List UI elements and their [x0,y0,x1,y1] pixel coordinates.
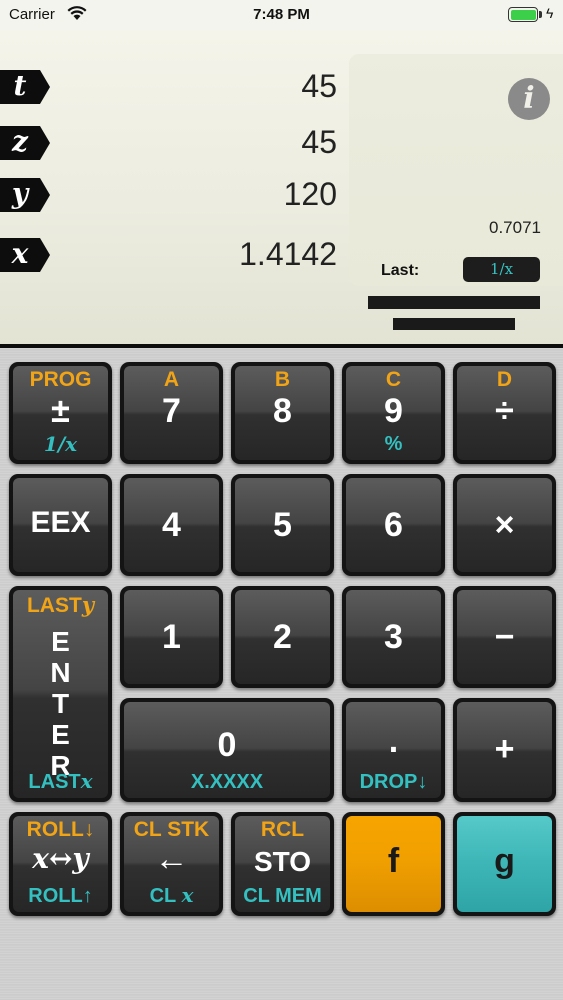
five-key[interactable]: 5 [231,474,334,576]
key-shift-label: D [496,368,513,391]
six-key[interactable]: 6 [342,474,445,576]
g-shift-key[interactable]: g [453,812,556,916]
display-bar [393,318,515,330]
nine-key[interactable]: C 9 % [342,362,445,464]
status-bar: Carrier 7:48 PM ϟ [0,0,563,30]
register-x: x 1.4142 [0,232,345,276]
two-key[interactable]: 2 [231,586,334,688]
key-shift-label: LASTy [26,592,95,617]
calculator-display: t 45 z 45 y 120 x 1.4142 i 0.7071 Last: … [0,30,563,346]
bolt-icon: ϟ [546,5,554,21]
key-label: ← [154,840,189,878]
aux-value: 0.7071 [489,218,541,237]
backspace-key[interactable]: CL STK ← CL x [120,812,223,916]
key-label: − [494,618,515,656]
seven-key[interactable]: A 7 [120,362,223,464]
key-label: ± [51,392,70,430]
key-label: 5 [273,506,292,544]
decimal-key[interactable]: . DROP↓ [342,698,445,802]
key-label: 2 [273,618,292,656]
key-label: 4 [162,506,181,544]
register-tag: z [0,126,50,160]
key-shift-label: X.XXXX [190,771,264,793]
info-icon[interactable]: i [508,78,550,120]
key-shift-label: 1/x [43,432,78,456]
add-key[interactable]: + [453,698,556,802]
register-tag: x [0,238,50,272]
subtract-key[interactable]: − [453,586,556,688]
key-label: 1 [162,618,181,656]
key-label: STO [253,846,312,877]
keypad: PROG ± 1/x A 7 B 8 C 9 % D ÷ EEX 4 5 6 ×… [0,348,563,1000]
key-label: 0 [217,726,237,764]
key-shift-label: CL MEM [243,885,322,907]
key-label: 8 [273,392,292,430]
key-shift-label: CL STK [133,818,210,841]
key-label: + [494,730,515,768]
display-bar [368,296,540,309]
key-shift-label: C [385,368,402,391]
key-label: ÷ [495,392,514,430]
key-label: 9 [384,392,403,430]
aux-panel: i 0.7071 Last: 1/x [349,54,563,286]
enter-key[interactable]: LASTy E N T E R LASTx [9,586,112,802]
divide-key[interactable]: D ÷ [453,362,556,464]
battery-tip [539,11,542,18]
register-tag: y [0,178,50,212]
key-label: EEX [30,506,91,539]
key-shift-label: PROG [29,368,92,391]
key-shift-label: CL x [149,883,194,907]
key-label: × [494,506,515,544]
register-tag: t [0,70,50,104]
register-value: 45 [301,124,337,160]
key-shift-label: B [274,368,291,391]
three-key[interactable]: 3 [342,586,445,688]
last-label: Last: [381,262,420,279]
battery-icon [508,7,538,22]
key-shift-label: DROP↓ [359,771,428,793]
enter-label: E N T E R [50,626,71,781]
register-z: z 45 [0,120,345,164]
swap-xy-key[interactable]: ROLL↓ x↔y ROLL↑ [9,812,112,916]
register-y: y 120 [0,172,345,216]
register-value: 45 [301,68,337,104]
four-key[interactable]: 4 [120,474,223,576]
last-key-indicator: 1/x [463,257,540,282]
clock: 7:48 PM [253,6,310,23]
key-shift-label: RCL [260,818,305,841]
key-shift-label: ROLL↓ [26,818,95,841]
key-shift-label: % [384,433,403,455]
multiply-key[interactable]: × [453,474,556,576]
key-label: 6 [384,506,403,544]
register-t: t 45 [0,64,345,108]
sto-key[interactable]: RCL STO CL MEM [231,812,334,916]
zero-key[interactable]: 0 X.XXXX [120,698,334,802]
register-value: 1.4142 [239,236,337,272]
key-label: 3 [384,618,403,656]
key-label: x↔y [32,842,89,875]
key-label: 7 [162,392,181,430]
key-label: g [494,842,515,880]
eight-key[interactable]: B 8 [231,362,334,464]
register-value: 120 [283,176,337,212]
key-label: . [388,722,399,760]
key-shift-label: A [163,368,180,391]
f-shift-key[interactable]: f [342,812,445,916]
eex-key[interactable]: EEX [9,474,112,576]
key-shift-label: ROLL↑ [28,885,93,907]
chs-key[interactable]: PROG ± 1/x [9,362,112,464]
key-label: f [387,842,400,880]
one-key[interactable]: 1 [120,586,223,688]
key-shift-label: LASTx [28,769,93,793]
